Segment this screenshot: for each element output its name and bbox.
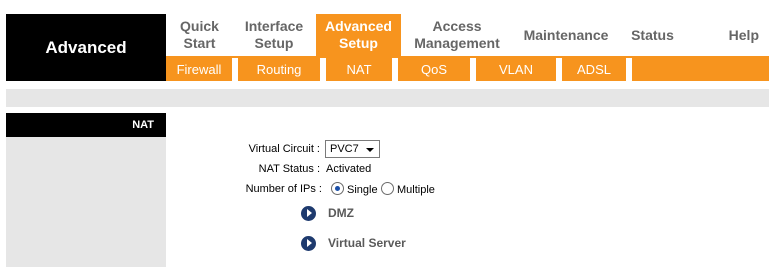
nat-status-value: Activated bbox=[326, 163, 372, 175]
virtual-server-link[interactable]: Virtual Server bbox=[301, 234, 406, 252]
radio-multiple[interactable] bbox=[381, 182, 394, 195]
tab-access-management[interactable]: Access Management bbox=[404, 14, 510, 56]
subtab-nat[interactable]: NAT bbox=[326, 58, 392, 81]
tab-interface-setup[interactable]: Interface Setup bbox=[233, 14, 315, 56]
virtual-server-link-label: Virtual Server bbox=[328, 236, 406, 250]
virtual-circuit-label: Virtual Circuit : bbox=[248, 143, 320, 155]
tab-status[interactable]: Status bbox=[621, 14, 684, 56]
number-of-ips-label: Number of IPs : bbox=[245, 183, 322, 195]
sub-nav: Firewall Routing NAT QoS VLAN ADSL bbox=[166, 56, 769, 81]
tab-help[interactable]: Help bbox=[706, 14, 759, 56]
tab-maintenance[interactable]: Maintenance bbox=[516, 14, 616, 56]
nat-status-label: NAT Status : bbox=[258, 163, 320, 175]
multiple-label: Multiple bbox=[397, 184, 435, 196]
chevron-down-icon bbox=[366, 148, 374, 152]
subtab-vlan[interactable]: VLAN bbox=[476, 58, 556, 81]
subtab-routing[interactable]: Routing bbox=[238, 58, 320, 81]
dmz-link-label: DMZ bbox=[328, 206, 354, 220]
single-label: Single bbox=[347, 184, 378, 196]
subtab-adsl[interactable]: ADSL bbox=[562, 58, 626, 81]
virtual-circuit-select[interactable]: PVC7 bbox=[325, 140, 380, 158]
arrow-right-circle-icon bbox=[301, 205, 316, 221]
header-divider-bar bbox=[6, 89, 769, 107]
tab-advanced-setup[interactable]: Advanced Setup bbox=[316, 14, 401, 56]
tab-quick-start[interactable]: Quick Start bbox=[166, 14, 233, 56]
section-title: Advanced bbox=[6, 14, 166, 81]
arrow-right-circle-icon bbox=[301, 235, 316, 251]
dmz-link[interactable]: DMZ bbox=[301, 204, 354, 222]
main-nav: Quick Start Interface Setup Advanced Setup … bbox=[166, 14, 769, 56]
sidebar-panel bbox=[6, 137, 166, 267]
subnav-separator bbox=[626, 58, 632, 81]
subtab-firewall[interactable]: Firewall bbox=[166, 58, 232, 81]
sidebar-label: NAT bbox=[6, 113, 166, 137]
radio-single[interactable] bbox=[331, 182, 344, 195]
virtual-circuit-value: PVC7 bbox=[330, 143, 359, 155]
subtab-qos[interactable]: QoS bbox=[398, 58, 470, 81]
